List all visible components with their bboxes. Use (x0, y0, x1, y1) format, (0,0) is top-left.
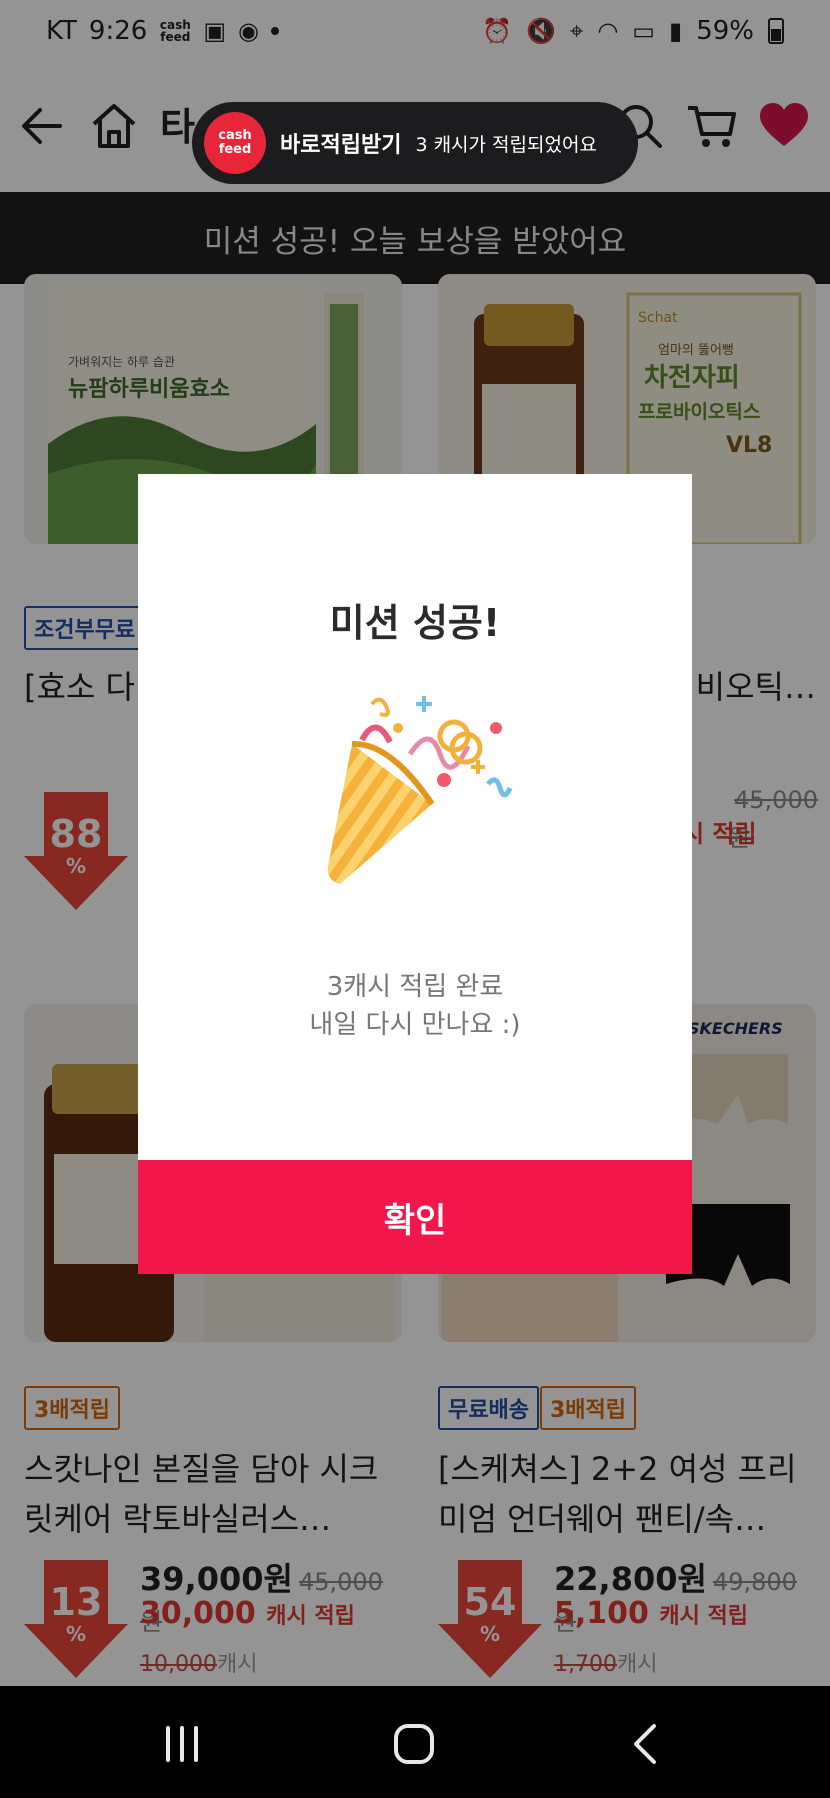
dialog-title: 미션 성공! (329, 601, 501, 645)
dialog-message-line: 내일 다시 만나요 :) (309, 1010, 521, 1040)
home-button-icon[interactable] (386, 1716, 442, 1772)
toast-message: 3 캐시가 적립되었어요 (415, 133, 597, 156)
cash-toast[interactable]: cash feed 바로적립받기 3 캐시가 적립되었어요 (192, 102, 638, 184)
dialog-message: 3캐시 적립 완료 내일 다시 만나요 :) (138, 968, 692, 1044)
mission-success-dialog: 미션 성공! 3캐시 적립 완료 내일 다시 만나요 :) 확인 (138, 474, 692, 1274)
confirm-button[interactable]: 확인 (138, 1160, 692, 1274)
toast-title: 바로적립받기 (280, 133, 402, 158)
back-button-icon[interactable] (618, 1716, 674, 1772)
system-navigation-bar (0, 1686, 830, 1798)
recent-apps-icon[interactable] (154, 1716, 210, 1772)
dialog-message-line: 3캐시 적립 완료 (326, 972, 504, 1002)
party-popper-icon (327, 696, 513, 884)
cashfeed-logo: cash feed (204, 112, 266, 174)
